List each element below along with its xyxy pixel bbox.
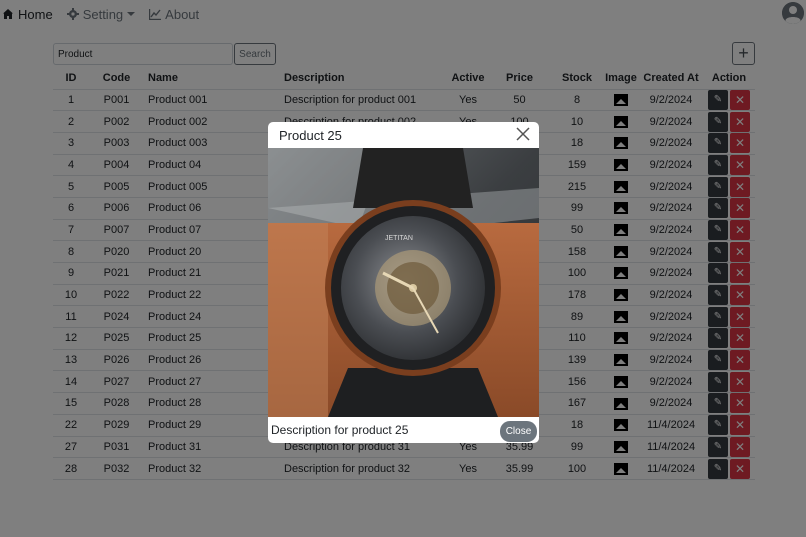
product-modal: Product 25 JETITAN Description for produ…	[268, 122, 539, 443]
watch-brand-text: JETITAN	[385, 235, 413, 242]
close-icon[interactable]	[516, 127, 530, 141]
modal-title: Product 25	[279, 128, 342, 143]
product-image: JETITAN	[268, 148, 539, 417]
close-button[interactable]: Close	[500, 421, 537, 442]
modal-description: Description for product 25	[271, 423, 409, 437]
